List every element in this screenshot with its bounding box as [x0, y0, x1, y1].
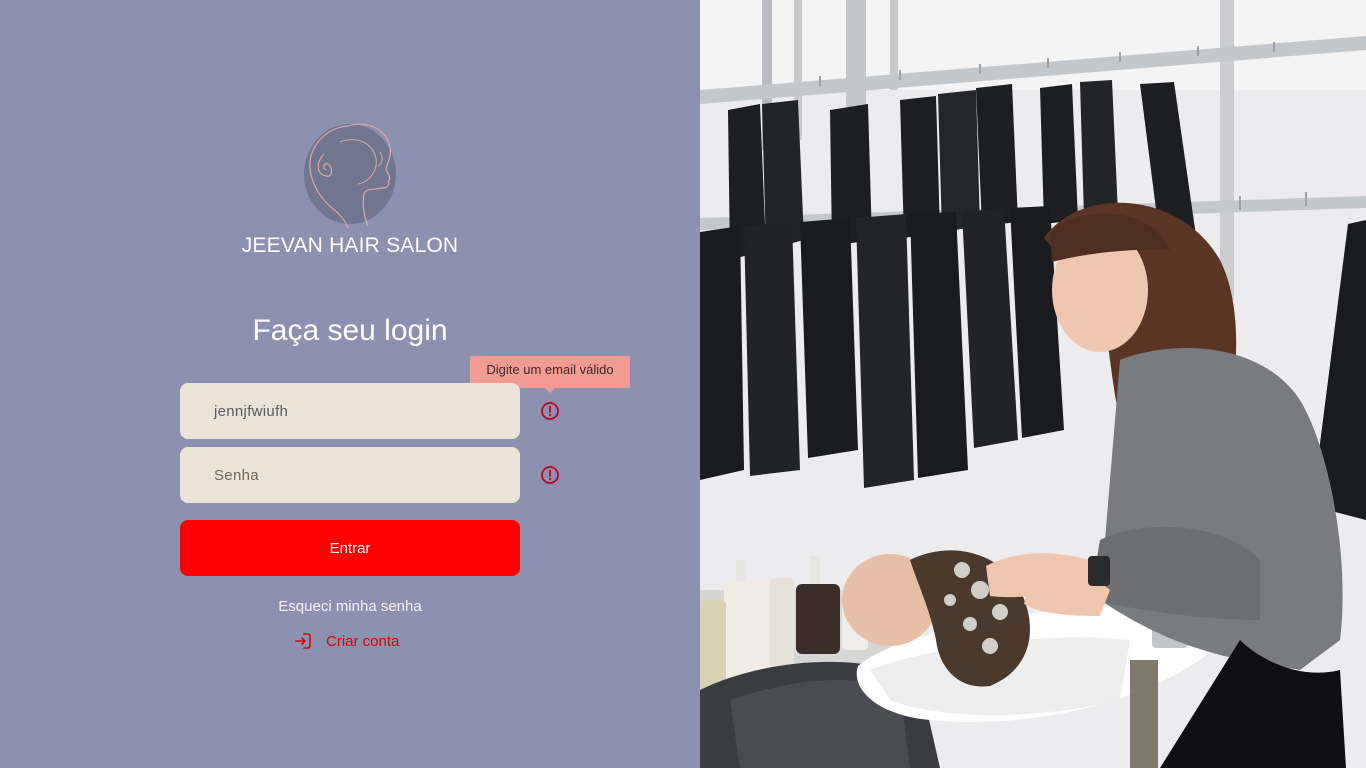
create-account-label: Criar conta	[326, 632, 400, 650]
salon-hero-image	[700, 0, 1366, 768]
login-button[interactable]: Entrar	[180, 520, 520, 576]
login-title: Faça seu login	[252, 314, 448, 347]
alert-circle-icon[interactable]	[540, 401, 560, 421]
login-page: JEEVAN HAIR SALON Faça seu login Digite …	[0, 0, 1366, 768]
login-panel: JEEVAN HAIR SALON Faça seu login Digite …	[0, 0, 700, 768]
alert-circle-icon[interactable]	[540, 465, 560, 485]
log-in-icon	[295, 633, 311, 649]
password-placeholder: Senha	[214, 466, 259, 484]
email-input[interactable]: jennjfwiufh	[180, 383, 520, 439]
email-input-value: jennjfwiufh	[214, 402, 289, 420]
brand-name: JEEVAN HAIR SALON	[241, 234, 459, 257]
create-account-link[interactable]: Criar conta	[294, 632, 399, 650]
tooltip-arrow	[544, 387, 556, 393]
woman-profile-logo-icon	[304, 123, 396, 229]
password-input[interactable]: Senha	[180, 447, 520, 503]
hairdresser-washing-client-hair-photo	[700, 0, 1366, 768]
forgot-password-link[interactable]: Esqueci minha senha	[0, 598, 700, 615]
